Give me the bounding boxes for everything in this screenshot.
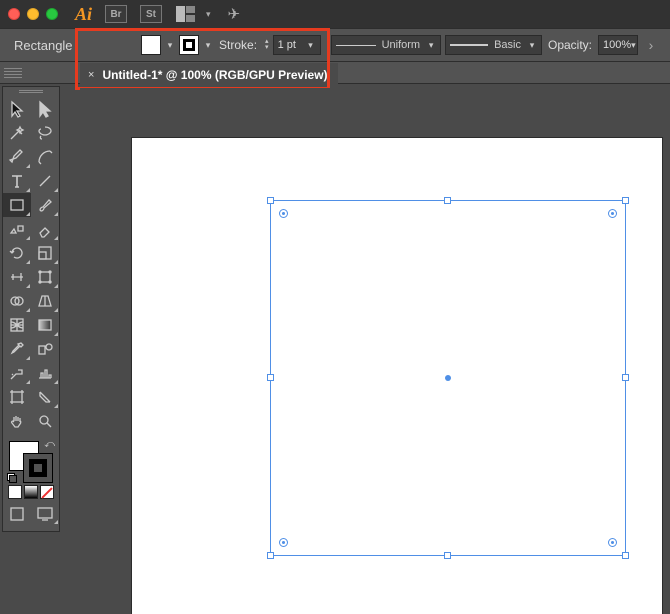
fill-swatch[interactable] — [141, 35, 161, 55]
tool-column-graph[interactable] — [31, 361, 59, 385]
screen-mode-button[interactable] — [31, 503, 59, 525]
resize-handle-nw[interactable] — [267, 197, 274, 204]
window-minimize-button[interactable] — [27, 8, 39, 20]
color-mode-gradient[interactable] — [24, 485, 38, 499]
tool-curvature[interactable] — [31, 145, 59, 169]
tool-width[interactable] — [3, 265, 31, 289]
tool-pen[interactable] — [3, 145, 31, 169]
window-titlebar: Ai Br St ▾ ✈ — [0, 0, 670, 28]
tool-eraser[interactable] — [31, 217, 59, 241]
tool-rectangle[interactable] — [3, 193, 31, 217]
variable-width-profile-caret[interactable]: ▾ — [426, 40, 436, 51]
stroke-label: Stroke: — [219, 38, 257, 52]
stroke-swatch-menu[interactable]: ▾ — [203, 40, 213, 51]
resize-handle-e[interactable] — [622, 374, 629, 381]
tool-selection[interactable] — [3, 97, 31, 121]
opacity-menu[interactable]: ▾ — [631, 40, 636, 51]
tool-zoom[interactable] — [31, 409, 59, 433]
stroke-weight-field[interactable]: 1 pt ▾ — [273, 35, 321, 55]
stroke-weight-down[interactable]: ▾ — [265, 45, 269, 51]
tool-perspective-grid[interactable] — [31, 289, 59, 313]
opacity-field[interactable]: 100% ▾ — [598, 35, 638, 55]
tool-rotate[interactable] — [3, 241, 31, 265]
tool-gradient[interactable] — [31, 313, 59, 337]
active-tool-label: Rectangle — [10, 38, 73, 53]
app-logo: Ai — [75, 4, 92, 25]
window-zoom-button[interactable] — [46, 8, 58, 20]
color-mode-none[interactable] — [40, 485, 54, 499]
draw-normal-mode[interactable] — [3, 503, 31, 525]
opacity-value: 100% — [603, 39, 631, 51]
close-tab-icon[interactable]: × — [88, 69, 94, 81]
tool-paintbrush[interactable] — [31, 193, 59, 217]
tool-slice[interactable] — [31, 385, 59, 409]
stroke-weight-menu[interactable]: ▾ — [306, 40, 316, 51]
resize-handle-ne[interactable] — [622, 197, 629, 204]
tool-lasso[interactable] — [31, 121, 59, 145]
arrange-documents-caret[interactable]: ▾ — [206, 9, 211, 20]
tools-panel-grip[interactable] — [3, 87, 59, 97]
selected-rectangle[interactable] — [270, 200, 626, 556]
tool-free-transform[interactable] — [31, 265, 59, 289]
resize-handle-w[interactable] — [267, 374, 274, 381]
brush-definition[interactable]: Basic ▾ — [445, 35, 542, 55]
control-bar: Rectangle ▾ ▾ Stroke: ▴ ▾ 1 pt ▾ Uniform… — [0, 28, 670, 62]
color-mode-solid[interactable] — [8, 485, 22, 499]
tools-panel: ⤺ — [2, 86, 60, 532]
corner-widget-sw[interactable] — [279, 538, 288, 547]
tool-mesh[interactable] — [3, 313, 31, 337]
selection-center — [445, 375, 451, 381]
document-tab-title: Untitled-1* @ 100% (RGB/GPU Preview) — [102, 68, 327, 82]
corner-widget-nw[interactable] — [279, 209, 288, 218]
arrange-documents-button[interactable] — [175, 5, 197, 23]
variable-width-profile[interactable]: Uniform ▾ — [331, 35, 442, 55]
swap-fill-stroke-icon[interactable]: ⤺ — [44, 439, 55, 450]
tool-type[interactable] — [3, 169, 31, 193]
document-workarea[interactable] — [80, 88, 670, 614]
tool-hand[interactable] — [3, 409, 31, 433]
panel-grip[interactable] — [4, 68, 22, 78]
tool-scale[interactable] — [31, 241, 59, 265]
control-bar-more[interactable]: › — [642, 37, 660, 53]
opacity-label: Opacity: — [548, 38, 592, 52]
resize-handle-s[interactable] — [444, 552, 451, 559]
resize-handle-sw[interactable] — [267, 552, 274, 559]
bridge-button[interactable]: Br — [105, 5, 127, 23]
tool-eyedropper[interactable] — [3, 337, 31, 361]
gpu-performance-icon[interactable]: ✈ — [228, 5, 241, 23]
window-close-button[interactable] — [8, 8, 20, 20]
stroke-color[interactable] — [23, 453, 53, 483]
variable-width-profile-label: Uniform — [382, 39, 421, 51]
stroke-swatch[interactable] — [179, 35, 199, 55]
corner-widget-ne[interactable] — [608, 209, 617, 218]
tool-direct-selection[interactable] — [31, 97, 59, 121]
stroke-weight-value: 1 pt — [278, 39, 296, 51]
tool-blend[interactable] — [31, 337, 59, 361]
corner-widget-se[interactable] — [608, 538, 617, 547]
resize-handle-n[interactable] — [444, 197, 451, 204]
brush-definition-caret[interactable]: ▾ — [527, 40, 537, 51]
resize-handle-se[interactable] — [622, 552, 629, 559]
default-fill-stroke-icon[interactable] — [7, 473, 17, 483]
artboard[interactable] — [132, 138, 662, 614]
tool-line-segment[interactable] — [31, 169, 59, 193]
brush-definition-label: Basic — [494, 39, 521, 51]
tool-shaper[interactable] — [3, 217, 31, 241]
fill-swatch-menu[interactable]: ▾ — [165, 40, 175, 51]
tool-magic-wand[interactable] — [3, 121, 31, 145]
tool-artboard[interactable] — [3, 385, 31, 409]
tool-shape-builder[interactable] — [3, 289, 31, 313]
tool-symbol-sprayer[interactable] — [3, 361, 31, 385]
fill-stroke-control[interactable]: ⤺ — [7, 439, 55, 483]
document-tab[interactable]: × Untitled-1* @ 100% (RGB/GPU Preview) — [80, 63, 338, 87]
stock-button[interactable]: St — [140, 5, 162, 23]
